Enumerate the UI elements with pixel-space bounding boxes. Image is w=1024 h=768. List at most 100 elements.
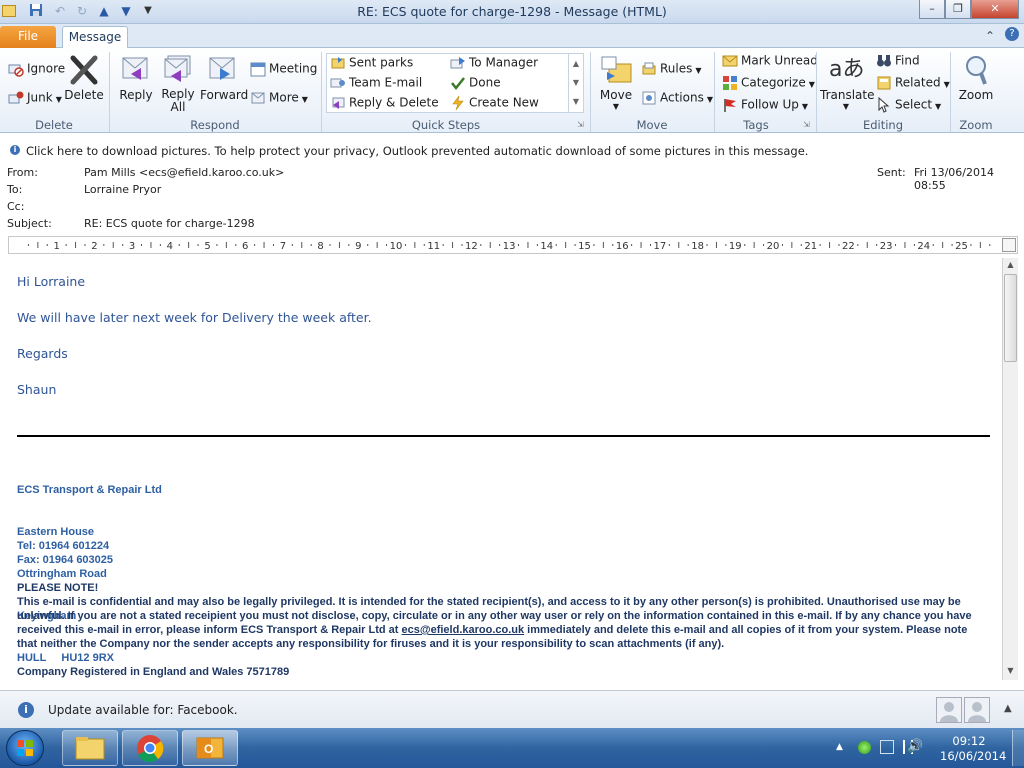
lightning-icon <box>450 95 466 111</box>
quick-steps-scroll[interactable]: ▲ ▼ ▼ <box>568 54 583 112</box>
quick-step-create-new[interactable]: Create New <box>450 95 539 111</box>
expand-people-pane-icon[interactable]: ▲ <box>1004 703 1012 714</box>
find-button[interactable]: Find <box>876 53 920 69</box>
status-tray-icon[interactable] <box>858 741 871 754</box>
clock-time: 09:12 <box>952 734 986 748</box>
ignore-button[interactable]: Ignore <box>8 61 65 77</box>
ruler-number: 20 <box>767 241 780 252</box>
ruler-ticks: 1 2 3 4 5 6 7 8 9 10 11 12 13 14 15 16 17 18 19 20 21 22 23 24 2… <box>27 241 991 252</box>
zoom-button[interactable]: Zoom <box>956 54 996 102</box>
quick-step-reply-delete[interactable]: Reply & Delete <box>330 95 439 111</box>
related-icon <box>876 75 892 91</box>
ruler-number: 18 <box>691 241 704 252</box>
clock[interactable]: 09:12 16/06/2014 <box>940 734 1007 764</box>
categorize-button[interactable]: Categorize ▼ <box>722 75 815 91</box>
actions-button[interactable]: Actions ▼ <box>641 90 713 106</box>
reply-all-button[interactable]: Reply All <box>158 54 198 114</box>
reply-button[interactable]: Reply <box>116 54 156 102</box>
ruler: 1 2 3 4 5 6 7 8 9 10 11 12 13 14 15 16 17 18 19 20 21 22 23 24 2… <box>8 236 1018 254</box>
address-line: HULL HU12 9RX <box>17 652 114 664</box>
dialog-launcher-icon[interactable]: ⇲ <box>803 120 810 129</box>
ruler-number: 14 <box>540 241 553 252</box>
quick-step-team-email[interactable]: Team E-mail <box>330 75 422 91</box>
customize-quick-access-icon[interactable]: ▼ <box>140 3 156 19</box>
undo-icon[interactable]: ↶ <box>52 3 68 19</box>
outlook-envelope-icon[interactable] <box>2 5 16 17</box>
subject-value: RE: ECS quote for charge-1298 <box>84 217 255 230</box>
email-link[interactable]: ecs@efield.karoo.co.uk <box>402 624 525 636</box>
quick-step-label: Done <box>469 75 501 90</box>
sent-label: Sent: <box>877 166 906 179</box>
redo-icon[interactable]: ↻ <box>74 3 90 19</box>
forward-button[interactable]: Forward <box>200 54 248 102</box>
contact-avatar-icon[interactable] <box>936 697 962 723</box>
update-available-text[interactable]: Update available for: Facebook. <box>48 703 238 717</box>
save-icon[interactable] <box>28 3 44 19</box>
vertical-scrollbar[interactable]: ▲ ▼ <box>1002 258 1018 680</box>
quick-step-to-manager[interactable]: To Manager <box>450 55 538 71</box>
quick-step-sent-parks[interactable]: Sent parks <box>330 55 413 71</box>
scroll-up-arrow[interactable]: ▲ <box>1003 258 1018 272</box>
chevron-down-icon: ▼ <box>301 94 308 104</box>
next-item-icon[interactable]: ▼ <box>118 3 134 19</box>
quick-step-done[interactable]: Done <box>450 75 501 91</box>
outlook-taskbar-button[interactable]: O <box>182 730 238 766</box>
minimize-ribbon-icon[interactable]: ⌃ <box>985 29 995 43</box>
delete-button[interactable]: Delete <box>64 54 104 102</box>
message-tab[interactable]: Message <box>62 26 128 49</box>
categorize-label: Categorize <box>741 75 806 90</box>
start-button[interactable] <box>6 730 44 766</box>
chrome-taskbar-button[interactable] <box>122 730 178 766</box>
dialog-launcher-icon[interactable]: ⇲ <box>577 120 584 129</box>
maximize-button[interactable]: ❐ <box>945 0 971 19</box>
subject-label: Subject: <box>7 217 52 230</box>
actions-label: Actions <box>660 90 704 105</box>
ruler-number: 4 <box>167 241 173 252</box>
view-ruler-toggle[interactable] <box>1002 238 1016 252</box>
file-tab[interactable]: File <box>0 26 56 48</box>
select-button[interactable]: Select ▼ <box>876 96 941 113</box>
team-email-icon <box>330 75 346 91</box>
checkmark-icon <box>450 75 466 91</box>
previous-item-icon[interactable]: ▲ <box>96 3 112 19</box>
minimize-button[interactable]: – <box>919 0 945 19</box>
move-button[interactable]: Move ▼ <box>596 54 636 111</box>
flag-icon <box>722 97 738 113</box>
translate-button[interactable]: aあ Translate ▼ <box>820 54 875 111</box>
show-hidden-icons[interactable]: ▲ <box>836 742 843 752</box>
help-icon[interactable]: ? <box>1005 27 1019 41</box>
scroll-down-arrow[interactable]: ▼ <box>1003 664 1018 678</box>
related-button[interactable]: Related ▼ <box>876 75 950 91</box>
quick-steps-group-label: Quick Steps <box>411 118 481 132</box>
download-pictures-infobar[interactable]: i Click here to download pictures. To he… <box>0 143 1024 161</box>
chevron-down-icon: ▼ <box>943 79 950 89</box>
contact-avatar-icon[interactable] <box>964 697 990 723</box>
meeting-button[interactable]: Meeting <box>250 61 317 77</box>
to-value[interactable]: Lorraine Pryor <box>84 183 161 196</box>
mark-unread-button[interactable]: Mark Unread <box>722 53 818 69</box>
ribbon-tabs <box>0 24 1024 48</box>
tags-group-label: Tags <box>743 118 769 132</box>
rules-icon <box>641 61 657 77</box>
follow-up-button[interactable]: Follow Up ▼ <box>722 97 808 113</box>
ruler-number: 24 <box>917 241 930 252</box>
scroll-thumb[interactable] <box>1004 274 1017 362</box>
rules-button[interactable]: Rules ▼ <box>641 61 702 77</box>
tel: Tel: 01964 601224 <box>17 540 110 552</box>
chevron-down-icon: ▼ <box>706 94 713 104</box>
ignore-label: Ignore <box>27 61 66 76</box>
folder-move-icon <box>330 55 346 71</box>
clock-date: 16/06/2014 <box>940 749 1007 763</box>
action-center-icon[interactable] <box>880 740 894 754</box>
more-respond-button[interactable]: More ▼ <box>250 90 308 106</box>
ruler-number: 8 <box>317 241 323 252</box>
show-desktop-button[interactable] <box>1012 730 1024 766</box>
close-button[interactable]: ✕ <box>971 0 1019 19</box>
junk-button[interactable]: Junk ▼ <box>8 90 62 106</box>
chrome-icon <box>137 735 164 763</box>
volume-icon[interactable]: 🔊 <box>907 739 923 754</box>
from-value[interactable]: Pam Mills <ecs@efield.karoo.co.uk> <box>84 166 284 179</box>
delete-group-label: Delete <box>35 118 73 132</box>
explorer-taskbar-button[interactable] <box>62 730 118 766</box>
delete-label: Delete <box>64 88 104 102</box>
